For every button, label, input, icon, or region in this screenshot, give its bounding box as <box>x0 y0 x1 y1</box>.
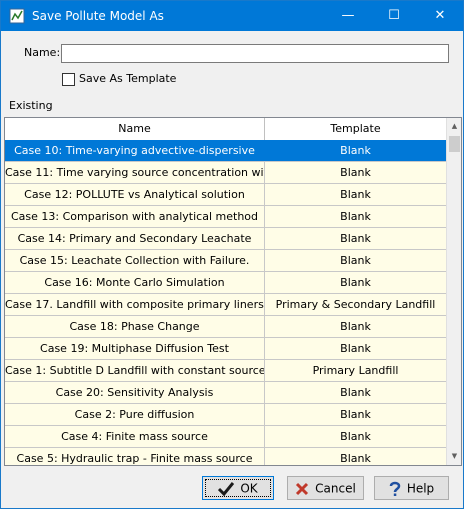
row-template-cell: Blank <box>340 320 371 333</box>
table-row[interactable]: Case 12: POLLUTE vs Analytical solution B… <box>5 184 446 206</box>
row-name-cell: Case 4: Finite mass source <box>5 426 265 447</box>
row-template-cell: Blank <box>340 232 371 245</box>
table-row[interactable]: Case 15: Leachate Collection with Failur… <box>5 250 446 272</box>
question-mark-icon <box>389 481 401 496</box>
scroll-up-arrow-icon[interactable]: ▲ <box>447 118 461 135</box>
help-label: Help <box>406 481 435 496</box>
row-name-cell: Case 20: Sensitivity Analysis <box>5 382 265 403</box>
row-name-cell: Case 11: Time varying source concentrati… <box>5 162 265 183</box>
row-name-cell: Case 17. Landfill with composite primary… <box>5 294 265 315</box>
checkmark-icon <box>218 481 235 496</box>
row-name-cell: Case 12: POLLUTE vs Analytical solution <box>5 184 265 205</box>
table-row[interactable]: Case 11: Time varying source concentrati… <box>5 162 446 184</box>
scroll-down-arrow-icon[interactable]: ▼ <box>447 448 461 465</box>
minimize-button[interactable]: — <box>325 1 371 31</box>
save-as-template-label[interactable]: Save As Template <box>79 72 176 85</box>
row-template-cell: Primary Landfill <box>312 364 399 377</box>
name-input[interactable] <box>61 44 449 63</box>
column-header-name[interactable]: Name <box>5 118 265 140</box>
row-template-cell: Blank <box>340 166 371 179</box>
row-name-cell: Case 15: Leachate Collection with Failur… <box>5 250 265 271</box>
help-button[interactable]: Help <box>374 476 449 500</box>
table-row[interactable]: Case 13: Comparison with analytical meth… <box>5 206 446 228</box>
save-model-dialog: Save Pollute Model As — ☐ ✕ Name: Save A… <box>0 0 464 509</box>
existing-label: Existing <box>9 99 53 112</box>
save-as-template-checkbox[interactable] <box>62 73 75 86</box>
cancel-label: Cancel <box>315 481 356 496</box>
table-row[interactable]: Case 20: Sensitivity Analysis Blank <box>5 382 446 404</box>
cancel-x-icon <box>296 482 309 495</box>
name-label: Name: <box>24 46 61 59</box>
column-header-template[interactable]: Template <box>265 118 446 140</box>
row-name-cell: Case 19: Multiphase Diffusion Test <box>5 338 265 359</box>
table-row[interactable]: Case 5: Hydraulic trap - Finite mass sou… <box>5 448 446 465</box>
app-icon <box>9 8 25 24</box>
row-template-cell: Blank <box>340 254 371 267</box>
table-row[interactable]: Case 16: Monte Carlo Simulation Blank <box>5 272 446 294</box>
table-body: Case 10: Time-varying advective-dispersi… <box>5 140 446 465</box>
table-row[interactable]: Case 19: Multiphase Diffusion Test Blank <box>5 338 446 360</box>
cancel-button[interactable]: Cancel <box>287 476 364 500</box>
table-header: Name Template <box>5 118 446 141</box>
row-name-cell: Case 14: Primary and Secondary Leachate <box>5 228 265 249</box>
maximize-button[interactable]: ☐ <box>371 1 417 31</box>
row-template-cell: Blank <box>340 342 371 355</box>
table-row[interactable]: Case 4: Finite mass source Blank <box>5 426 446 448</box>
existing-models-table[interactable]: Name Template Case 10: Time-varying adve… <box>4 117 462 466</box>
table-row[interactable]: Case 14: Primary and Secondary Leachate B… <box>5 228 446 250</box>
table-row[interactable]: Case 1: Subtitle D Landfill with constan… <box>5 360 446 382</box>
row-name-cell: Case 2: Pure diffusion <box>5 404 265 425</box>
row-template-cell: Blank <box>340 452 371 465</box>
ok-label: OK <box>240 481 258 496</box>
scroll-thumb[interactable] <box>449 136 460 152</box>
row-name-cell: Case 1: Subtitle D Landfill with constan… <box>5 360 265 381</box>
row-template-cell: Primary & Secondary Landfill <box>275 298 436 311</box>
row-name-cell: Case 5: Hydraulic trap - Finite mass sou… <box>5 448 265 465</box>
window-title: Save Pollute Model As <box>32 9 164 23</box>
table-row[interactable]: Case 10: Time-varying advective-dispersi… <box>5 140 446 162</box>
row-name-cell: Case 10: Time-varying advective-dispersi… <box>5 140 265 161</box>
title-bar: Save Pollute Model As — ☐ ✕ <box>1 1 463 31</box>
table-row[interactable]: Case 2: Pure diffusion Blank <box>5 404 446 426</box>
table-row[interactable]: Case 17. Landfill with composite primary… <box>5 294 446 316</box>
row-name-cell: Case 16: Monte Carlo Simulation <box>5 272 265 293</box>
ok-button[interactable]: OK <box>202 476 274 500</box>
row-name-cell: Case 18: Phase Change <box>5 316 265 337</box>
row-template-cell: Blank <box>340 430 371 443</box>
row-template-cell: Blank <box>340 276 371 289</box>
row-template-cell: Blank <box>340 188 371 201</box>
row-template-cell: Blank <box>340 408 371 421</box>
row-template-cell: Blank <box>340 210 371 223</box>
table-row[interactable]: Case 18: Phase Change Blank <box>5 316 446 338</box>
row-name-cell: Case 13: Comparison with analytical meth… <box>5 206 265 227</box>
row-template-cell: Blank <box>340 144 371 157</box>
row-template-cell: Blank <box>340 386 371 399</box>
vertical-scrollbar[interactable]: ▲ ▼ <box>446 118 461 465</box>
close-button[interactable]: ✕ <box>417 1 463 31</box>
